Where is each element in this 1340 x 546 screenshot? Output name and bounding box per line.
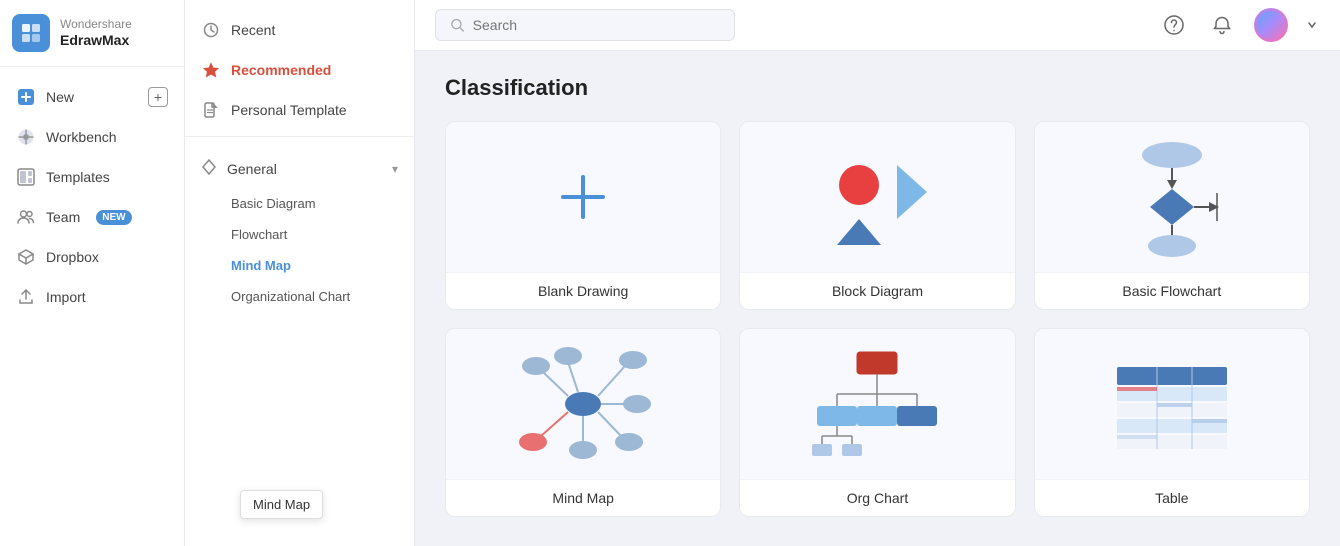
general-section: General ▾ Basic Diagram Flowchart Mind M…	[185, 149, 414, 312]
nav-label-new: New	[46, 89, 74, 105]
nav-item-new[interactable]: New +	[0, 77, 184, 117]
card-blank-drawing[interactable]: Blank Drawing	[445, 121, 721, 310]
card-visual-org	[740, 329, 1014, 479]
general-section-label: General	[227, 161, 277, 177]
help-button[interactable]	[1158, 9, 1190, 41]
card-basic-flowchart[interactable]: Basic Flowchart	[1034, 121, 1310, 310]
panel-label-recent: Recent	[231, 22, 275, 38]
file-icon	[201, 100, 221, 120]
logo-area: Wondershare EdrawMax	[0, 0, 184, 67]
nav-item-dropbox[interactable]: Dropbox	[0, 237, 184, 277]
upload-icon	[16, 287, 36, 307]
search-icon	[450, 17, 465, 33]
top-bar-actions	[1158, 8, 1320, 42]
card-label-flowchart: Basic Flowchart	[1035, 272, 1309, 309]
divider	[185, 136, 414, 137]
card-visual-blank	[446, 122, 720, 272]
card-org-chart[interactable]: Org Chart	[739, 328, 1015, 517]
diamond-icon	[201, 159, 217, 178]
sub-item-mind-map[interactable]: Mind Map	[185, 250, 414, 281]
content-area: Classification Blank Drawing	[415, 51, 1340, 546]
nav-item-import[interactable]: Import	[0, 277, 184, 317]
card-label-blank: Blank Drawing	[446, 272, 720, 309]
team-new-badge: NEW	[96, 210, 131, 225]
avatar-dropdown-icon[interactable]	[1304, 9, 1320, 41]
card-label-block: Block Diagram	[740, 272, 1014, 309]
sub-item-org-chart[interactable]: Organizational Chart	[185, 281, 414, 312]
clock-icon	[201, 20, 221, 40]
plus-circle-icon	[16, 87, 36, 107]
notification-button[interactable]	[1206, 9, 1238, 41]
card-visual-block	[740, 122, 1014, 272]
top-bar	[415, 0, 1340, 51]
panel-item-recent[interactable]: Recent	[185, 10, 414, 50]
card-label-table: Table	[1035, 479, 1309, 516]
grid-icon	[16, 127, 36, 147]
box-icon	[16, 247, 36, 267]
avatar[interactable]	[1254, 8, 1288, 42]
panel-label-recommended: Recommended	[231, 62, 331, 78]
nav-add-btn[interactable]: +	[148, 87, 168, 107]
general-sub-items: Basic Diagram Flowchart Mind Map Organiz…	[185, 188, 414, 312]
card-mind-map[interactable]: Mind Map	[445, 328, 721, 517]
nav-label-dropbox: Dropbox	[46, 249, 99, 265]
nav-label-team: Team	[46, 209, 80, 225]
panel-item-personal-template[interactable]: Personal Template	[185, 90, 414, 130]
app-logo-icon	[12, 14, 50, 52]
general-section-header[interactable]: General ▾	[185, 149, 414, 188]
nav-item-templates[interactable]: Templates	[0, 157, 184, 197]
layout-icon	[16, 167, 36, 187]
users-icon	[16, 207, 36, 227]
nav-item-workbench[interactable]: Workbench	[0, 117, 184, 157]
mind-map-tooltip: Mind Map	[240, 490, 323, 519]
chevron-down-icon: ▾	[392, 162, 398, 176]
sub-item-basic-diagram[interactable]: Basic Diagram	[185, 188, 414, 219]
nav-label-import: Import	[46, 289, 86, 305]
search-input[interactable]	[473, 17, 720, 33]
card-visual-flowchart	[1035, 122, 1309, 272]
nav-label-workbench: Workbench	[46, 129, 117, 145]
logo-product: EdrawMax	[60, 32, 132, 49]
nav-items: New + Workbench	[0, 67, 184, 546]
panel-item-recommended[interactable]: Recommended	[185, 50, 414, 90]
card-block-diagram[interactable]: Block Diagram	[739, 121, 1015, 310]
sub-item-flowchart[interactable]: Flowchart	[185, 219, 414, 250]
left-sidebar: Wondershare EdrawMax New +	[0, 0, 185, 546]
main-content: Classification Blank Drawing	[415, 0, 1340, 546]
panel-label-personal: Personal Template	[231, 102, 347, 118]
card-visual-mindmap	[446, 329, 720, 479]
logo-brand: Wondershare	[60, 17, 132, 31]
nav-label-templates: Templates	[46, 169, 110, 185]
second-panel: Recent Recommended Personal Template	[185, 0, 415, 546]
cards-grid: Blank Drawing Block Diagram	[445, 121, 1310, 517]
card-label-org: Org Chart	[740, 479, 1014, 516]
card-visual-table	[1035, 329, 1309, 479]
card-label-mindmap: Mind Map	[446, 479, 720, 516]
nav-item-team[interactable]: Team NEW	[0, 197, 184, 237]
card-table[interactable]: Table	[1034, 328, 1310, 517]
logo-text: Wondershare EdrawMax	[60, 17, 132, 48]
avatar-image	[1257, 11, 1285, 39]
star-icon	[201, 60, 221, 80]
search-bar[interactable]	[435, 9, 735, 41]
section-title: Classification	[445, 75, 1310, 101]
